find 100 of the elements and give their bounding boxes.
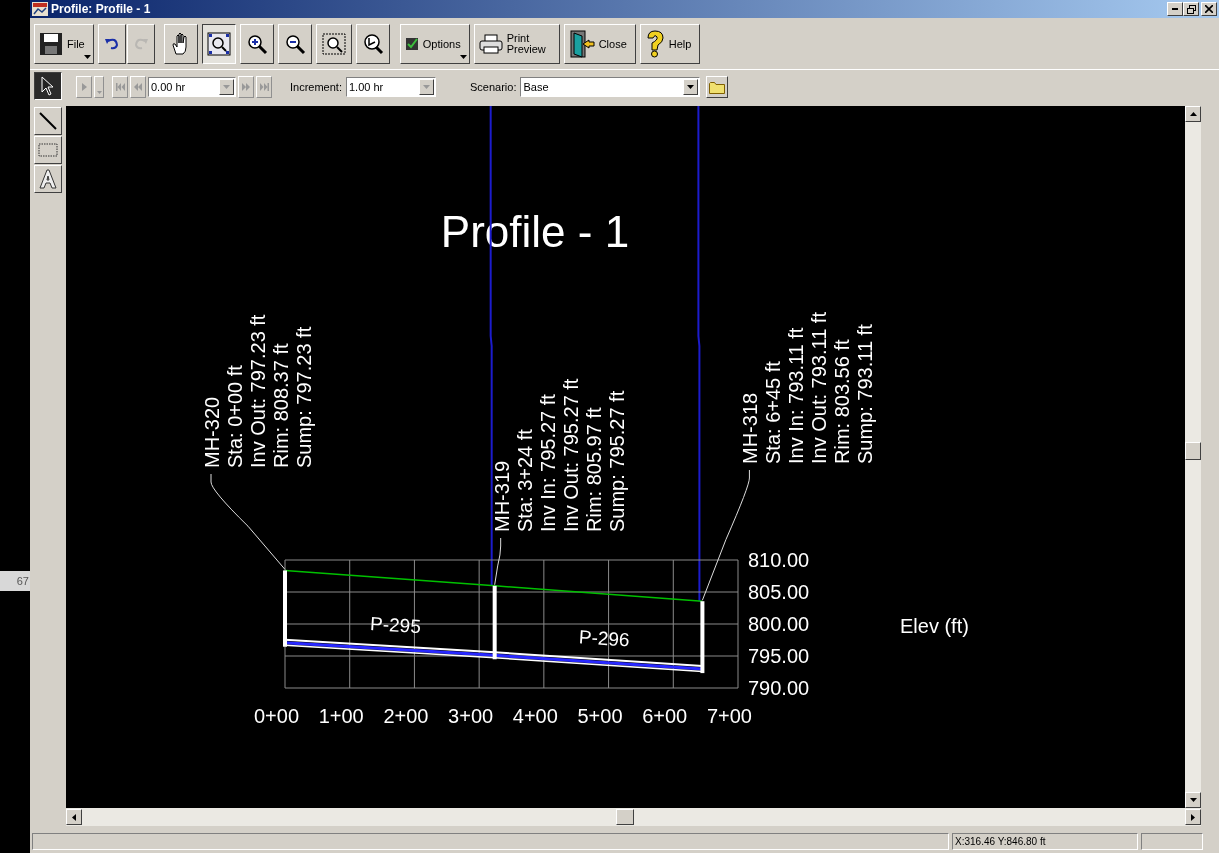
help-button[interactable]: Help xyxy=(639,23,701,64)
text-tool-button[interactable] xyxy=(34,165,62,193)
right-arrow-icon xyxy=(1191,813,1195,821)
last-step-button[interactable] xyxy=(256,76,272,98)
zoom-previous-button[interactable] xyxy=(355,23,390,64)
folder-button[interactable] xyxy=(706,76,729,98)
pipe-label: P-296 xyxy=(578,626,631,651)
caret-icon xyxy=(422,85,430,89)
caret-icon xyxy=(687,85,695,89)
elevation-label: 795.00 xyxy=(748,645,810,667)
status-pane xyxy=(1141,833,1203,850)
scroll-right-button[interactable] xyxy=(1185,809,1201,825)
up-arrow-icon xyxy=(1189,112,1197,116)
save-button[interactable]: File xyxy=(34,23,94,64)
horizontal-scrollbar[interactable] xyxy=(66,808,1201,826)
play-icon xyxy=(81,83,87,91)
zoom-in-button[interactable] xyxy=(239,23,274,64)
pan-button[interactable] xyxy=(163,23,198,64)
restore-icon xyxy=(1186,4,1196,14)
scroll-thumb[interactable] xyxy=(616,809,634,825)
zoom-extents-icon xyxy=(206,31,231,56)
scroll-up-button[interactable] xyxy=(1185,106,1201,122)
scroll-thumb[interactable] xyxy=(1185,442,1201,460)
manhole-label: Rim: 803.56 ft xyxy=(831,339,854,464)
minimize-icon xyxy=(1172,8,1178,10)
elevation-label: 810.00 xyxy=(748,549,810,571)
manhole-label: Sump: 793.11 ft xyxy=(854,324,877,464)
printer-icon xyxy=(478,33,503,54)
next-step-button[interactable] xyxy=(238,76,254,98)
rectangle-tool-button[interactable] xyxy=(34,136,62,164)
rectangle-icon xyxy=(38,143,58,157)
station-label: 2+00 xyxy=(383,705,429,727)
manhole-label: Inv Out: 795.27 ft xyxy=(559,378,582,532)
station-label: 3+00 xyxy=(448,705,494,727)
undo-button[interactable] xyxy=(97,23,126,64)
checkbox-icon xyxy=(404,36,419,51)
manhole-label: MH-320 xyxy=(201,396,223,468)
manhole-label: Sta: 3+24 ft xyxy=(513,429,536,532)
question-mark-icon xyxy=(644,29,665,58)
manhole-label: Inv In: 793.11 ft xyxy=(785,327,808,464)
manhole-label: MH-319 xyxy=(490,460,513,532)
manhole-label: Inv In: 795.27 ft xyxy=(536,394,559,532)
play-button[interactable] xyxy=(76,76,92,98)
pipe-label: P-295 xyxy=(369,613,422,637)
zoom-out-button[interactable] xyxy=(277,23,312,64)
station-label: 5+00 xyxy=(577,705,623,727)
scroll-down-button[interactable] xyxy=(1185,792,1201,808)
elevation-label: 805.00 xyxy=(748,581,810,603)
undo-icon xyxy=(103,36,120,51)
station-label: 7+00 xyxy=(706,705,752,727)
line-icon xyxy=(38,111,58,131)
scroll-left-button[interactable] xyxy=(66,809,82,825)
close-button[interactable]: Close xyxy=(563,23,636,64)
line-tool-button[interactable] xyxy=(34,107,62,135)
minimize-button[interactable] xyxy=(1167,2,1183,16)
vertical-scrollbar[interactable] xyxy=(1185,106,1201,808)
leader-line xyxy=(494,537,502,586)
previous-step-button[interactable] xyxy=(130,76,146,98)
manhole-label: Sta: 6+45 ft xyxy=(762,361,785,464)
skip-forward-icon xyxy=(259,83,269,91)
manhole-label: Inv Out: 797.23 ft xyxy=(247,314,269,468)
zoom-window-icon xyxy=(320,31,347,56)
down-arrow-icon xyxy=(1189,798,1197,802)
folder-icon xyxy=(709,80,726,94)
zoom-previous-icon xyxy=(361,32,384,55)
zoom-window-button[interactable] xyxy=(315,23,352,64)
manhole-label: Sump: 795.27 ft xyxy=(605,390,628,532)
time-dropdown[interactable]: 0.00 hr xyxy=(148,77,236,97)
rewind-icon xyxy=(134,83,142,91)
manhole-label: Sump: 797.23 ft xyxy=(293,326,315,468)
coordinates-readout: X:316.46 Y:846.80 ft xyxy=(952,833,1138,850)
redo-icon xyxy=(132,36,149,51)
manhole-label: Rim: 805.97 ft xyxy=(582,407,605,532)
close-icon xyxy=(1205,5,1213,13)
restore-button[interactable] xyxy=(1183,2,1199,16)
door-exit-icon xyxy=(568,29,595,58)
increment-label: Increment: xyxy=(290,81,342,93)
manhole-label: Inv Out: 793.11 ft xyxy=(808,312,831,464)
station-label: 6+00 xyxy=(642,705,688,727)
first-step-button[interactable] xyxy=(112,76,128,98)
manhole-label: Sta: 0+00 ft xyxy=(224,365,246,468)
options-button[interactable]: Options xyxy=(399,23,470,64)
scenario-label: Scenario: xyxy=(469,81,517,93)
station-label: 1+00 xyxy=(318,705,364,727)
skip-back-icon xyxy=(115,83,125,91)
close-button[interactable] xyxy=(1201,2,1217,16)
letter-a-icon xyxy=(38,169,58,189)
print-button[interactable]: Print Preview xyxy=(473,23,560,64)
zoom-extents-button[interactable] xyxy=(201,23,236,64)
station-label: 4+00 xyxy=(512,705,558,727)
elevation-label: 800.00 xyxy=(748,613,810,635)
background-window-text: 67 xyxy=(0,571,30,591)
manhole-label: MH-318 xyxy=(739,392,762,464)
scenario-dropdown[interactable]: Base xyxy=(520,77,701,97)
select-tool-button[interactable] xyxy=(34,72,62,100)
fast-forward-icon xyxy=(242,83,250,91)
app-icon xyxy=(32,2,48,16)
play-options-button[interactable] xyxy=(94,76,104,98)
increment-dropdown[interactable]: 1.00 hr xyxy=(345,77,436,97)
station-label: 0+00 xyxy=(254,705,300,727)
